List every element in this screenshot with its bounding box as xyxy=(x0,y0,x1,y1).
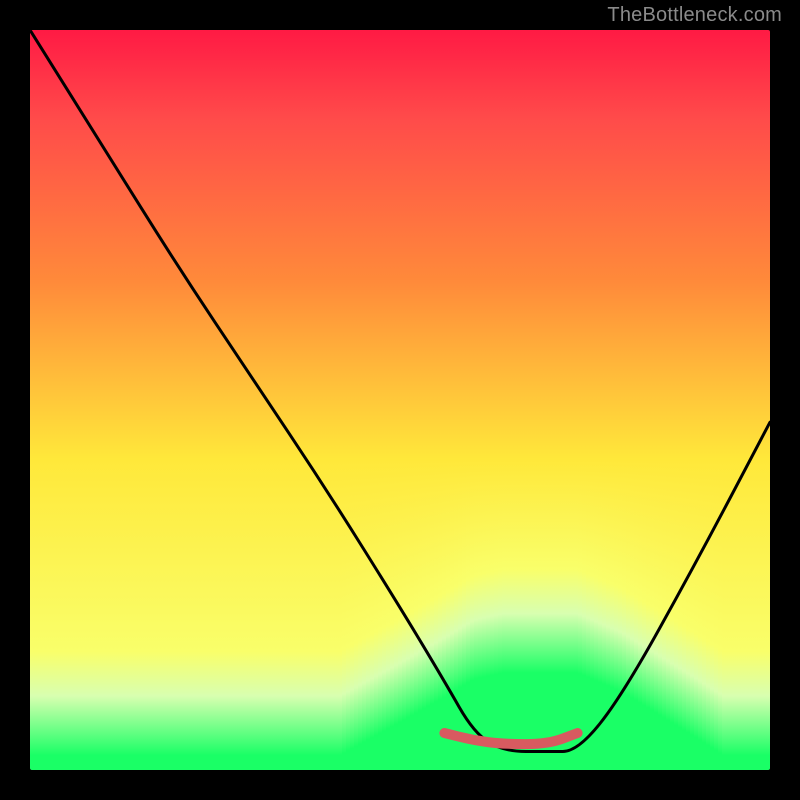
bottleneck-curve xyxy=(30,30,770,752)
chart-plot-area xyxy=(30,30,770,770)
chart-curve-layer xyxy=(30,30,770,770)
watermark-text: TheBottleneck.com xyxy=(607,4,782,27)
valley-marker xyxy=(444,733,577,744)
